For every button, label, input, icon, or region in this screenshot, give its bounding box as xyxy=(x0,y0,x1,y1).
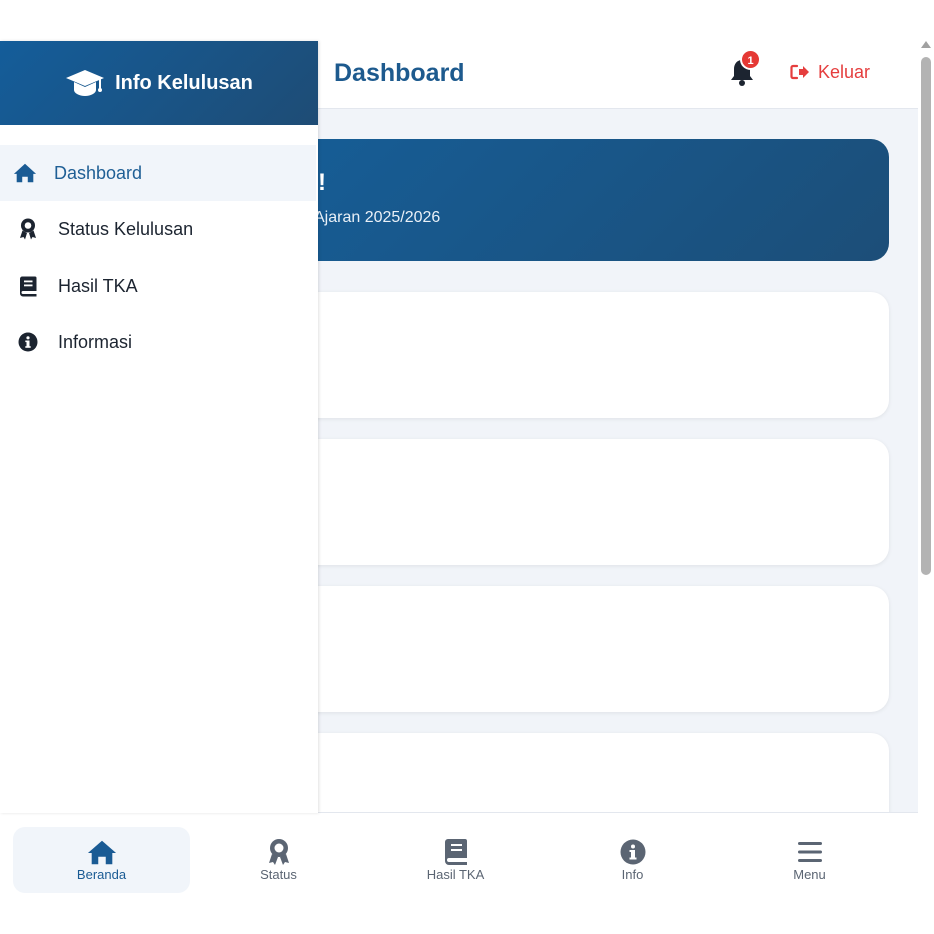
bottom-nav-info[interactable]: Info xyxy=(544,827,721,893)
award-icon xyxy=(20,218,36,240)
info-icon xyxy=(18,332,38,352)
bottom-nav-status[interactable]: Status xyxy=(190,827,367,893)
scrollbar[interactable] xyxy=(918,41,934,893)
notification-badge: 1 xyxy=(740,49,761,70)
home-icon xyxy=(13,163,37,183)
welcome-title: ! xyxy=(318,169,326,196)
dashboard-card[interactable] xyxy=(290,292,889,418)
bottom-navigation: Beranda Status Hasil TKA Info Menu xyxy=(0,812,918,893)
scroll-up-arrow-icon[interactable] xyxy=(921,41,931,48)
bottom-nav-hasil-tka[interactable]: Hasil TKA xyxy=(367,827,544,893)
bottom-nav-beranda[interactable]: Beranda xyxy=(13,827,190,893)
home-icon xyxy=(87,840,116,865)
bottom-nav-label: Status xyxy=(260,867,297,882)
dashboard-card[interactable] xyxy=(290,439,889,565)
bottom-nav-label: Menu xyxy=(793,867,826,882)
sidebar-item-label: Dashboard xyxy=(54,162,143,183)
info-icon xyxy=(620,839,645,865)
logout-button[interactable]: Keluar xyxy=(790,61,870,83)
sidebar-brand[interactable]: Info Kelulusan xyxy=(0,41,318,125)
sidebar-item-label: Status Kelulusan xyxy=(58,218,194,239)
logout-label: Keluar xyxy=(818,61,871,82)
book-icon xyxy=(19,276,37,296)
brand-title: Info Kelulusan xyxy=(115,71,253,94)
bottom-nav-label: Beranda xyxy=(76,867,127,882)
scrollbar-thumb[interactable] xyxy=(921,57,931,575)
bottom-nav-label: Hasil TKA xyxy=(426,867,485,882)
award-icon xyxy=(268,839,289,865)
bottom-nav-menu[interactable]: Menu xyxy=(721,827,898,893)
book-icon xyxy=(444,839,467,865)
sidebar-item-label: Informasi xyxy=(58,331,133,352)
sidebar-item-label: Hasil TKA xyxy=(58,275,138,296)
sidebar: Info Kelulusan Dashboard Status Kelulusa… xyxy=(0,41,318,813)
sidebar-item-status-kelulusan[interactable]: Status Kelulusan xyxy=(0,201,316,257)
welcome-banner: ! Ajaran 2025/2026 xyxy=(290,139,889,261)
menu-icon xyxy=(797,842,822,862)
page-title: Dashboard xyxy=(334,59,465,87)
welcome-subtitle: Ajaran 2025/2026 xyxy=(314,209,441,226)
sidebar-item-informasi[interactable]: Informasi xyxy=(0,314,316,370)
dashboard-card[interactable] xyxy=(290,586,889,712)
bottom-nav-label: Info xyxy=(621,867,644,882)
logout-icon xyxy=(790,64,809,80)
sidebar-item-hasil-tka[interactable]: Hasil TKA xyxy=(0,258,316,314)
sidebar-item-dashboard[interactable]: Dashboard xyxy=(0,145,316,201)
graduation-cap-icon xyxy=(66,70,105,96)
